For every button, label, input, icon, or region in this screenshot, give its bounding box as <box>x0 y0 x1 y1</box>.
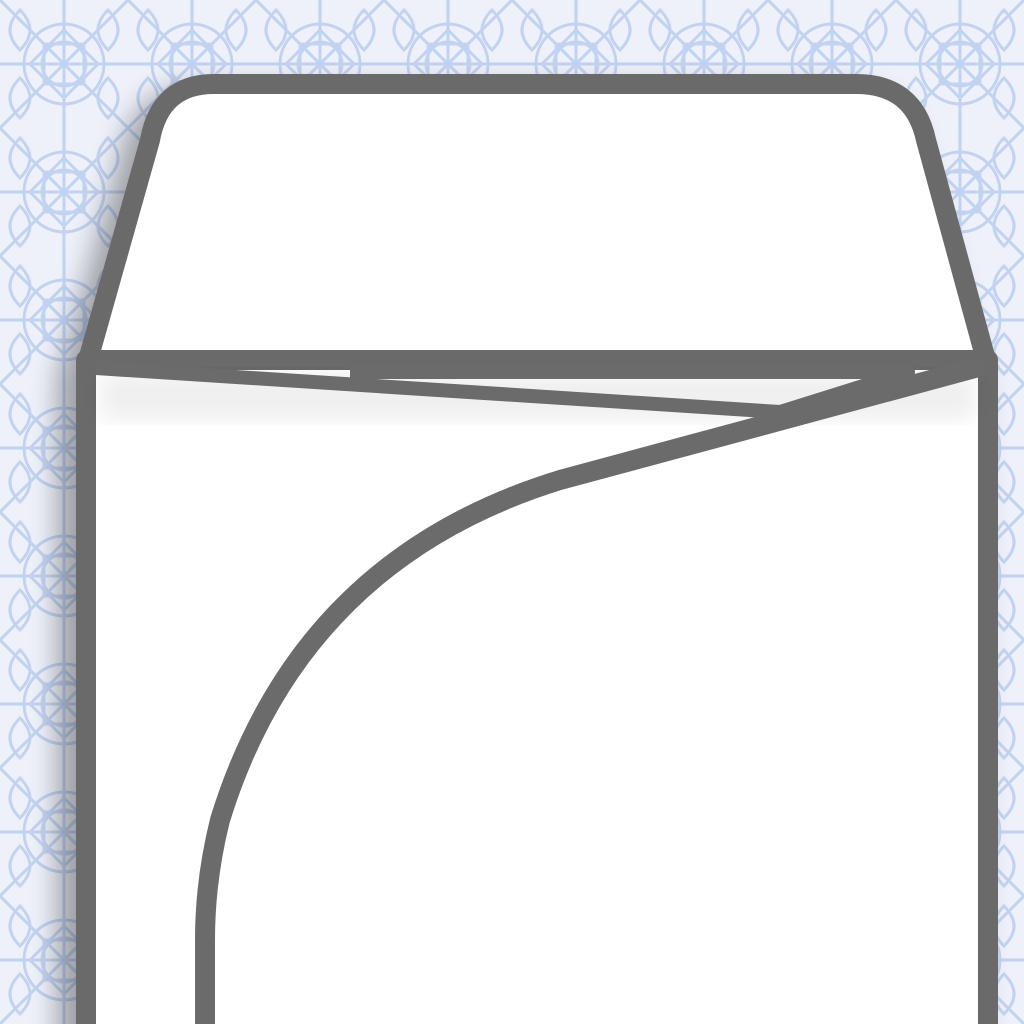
envelope-flap <box>78 74 996 370</box>
app-icon <box>0 0 1024 1024</box>
envelope-body <box>76 350 998 1024</box>
envelope-icon <box>76 74 998 1024</box>
